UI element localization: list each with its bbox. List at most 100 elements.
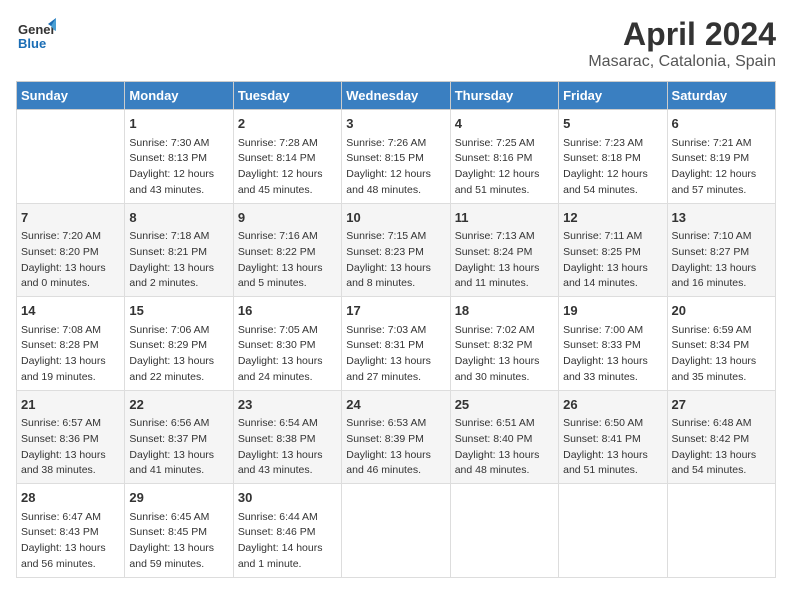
weekday-header-sunday: Sunday [17, 82, 125, 110]
day-info: Sunrise: 7:25 AM Sunset: 8:16 PM Dayligh… [455, 136, 554, 199]
day-number: 21 [21, 395, 120, 415]
day-number: 4 [455, 114, 554, 134]
day-info: Sunrise: 7:18 AM Sunset: 8:21 PM Dayligh… [129, 229, 228, 292]
day-number: 16 [238, 301, 337, 321]
calendar-header: SundayMondayTuesdayWednesdayThursdayFrid… [17, 82, 776, 110]
day-number: 30 [238, 488, 337, 508]
day-info: Sunrise: 7:06 AM Sunset: 8:29 PM Dayligh… [129, 323, 228, 386]
day-number: 2 [238, 114, 337, 134]
logo-icon: General Blue [16, 16, 56, 56]
day-info: Sunrise: 6:44 AM Sunset: 8:46 PM Dayligh… [238, 510, 337, 573]
weekday-header-wednesday: Wednesday [342, 82, 450, 110]
day-info: Sunrise: 7:00 AM Sunset: 8:33 PM Dayligh… [563, 323, 662, 386]
calendar-cell: 14Sunrise: 7:08 AM Sunset: 8:28 PM Dayli… [17, 297, 125, 391]
day-number: 12 [563, 208, 662, 228]
day-number: 1 [129, 114, 228, 134]
logo: General Blue [16, 16, 56, 56]
day-info: Sunrise: 7:02 AM Sunset: 8:32 PM Dayligh… [455, 323, 554, 386]
day-info: Sunrise: 7:26 AM Sunset: 8:15 PM Dayligh… [346, 136, 445, 199]
day-info: Sunrise: 6:48 AM Sunset: 8:42 PM Dayligh… [672, 416, 771, 479]
day-number: 25 [455, 395, 554, 415]
svg-text:Blue: Blue [18, 36, 46, 51]
day-number: 8 [129, 208, 228, 228]
day-info: Sunrise: 7:23 AM Sunset: 8:18 PM Dayligh… [563, 136, 662, 199]
calendar-cell: 2Sunrise: 7:28 AM Sunset: 8:14 PM Daylig… [233, 110, 341, 204]
calendar-cell: 19Sunrise: 7:00 AM Sunset: 8:33 PM Dayli… [559, 297, 667, 391]
page-header: General Blue April 2024 Masarac, Catalon… [16, 16, 776, 71]
day-number: 14 [21, 301, 120, 321]
calendar-cell: 18Sunrise: 7:02 AM Sunset: 8:32 PM Dayli… [450, 297, 558, 391]
day-info: Sunrise: 7:28 AM Sunset: 8:14 PM Dayligh… [238, 136, 337, 199]
day-number: 15 [129, 301, 228, 321]
weekday-header-thursday: Thursday [450, 82, 558, 110]
calendar-cell: 5Sunrise: 7:23 AM Sunset: 8:18 PM Daylig… [559, 110, 667, 204]
calendar-table: SundayMondayTuesdayWednesdayThursdayFrid… [16, 81, 776, 578]
day-info: Sunrise: 7:20 AM Sunset: 8:20 PM Dayligh… [21, 229, 120, 292]
day-number: 20 [672, 301, 771, 321]
day-number: 19 [563, 301, 662, 321]
location-title: Masarac, Catalonia, Spain [588, 53, 776, 71]
day-info: Sunrise: 7:08 AM Sunset: 8:28 PM Dayligh… [21, 323, 120, 386]
day-number: 6 [672, 114, 771, 134]
calendar-cell [450, 484, 558, 578]
calendar-cell: 1Sunrise: 7:30 AM Sunset: 8:13 PM Daylig… [125, 110, 233, 204]
day-info: Sunrise: 7:05 AM Sunset: 8:30 PM Dayligh… [238, 323, 337, 386]
week-row-2: 7Sunrise: 7:20 AM Sunset: 8:20 PM Daylig… [17, 203, 776, 297]
day-number: 3 [346, 114, 445, 134]
day-number: 13 [672, 208, 771, 228]
week-row-5: 28Sunrise: 6:47 AM Sunset: 8:43 PM Dayli… [17, 484, 776, 578]
day-number: 26 [563, 395, 662, 415]
day-number: 18 [455, 301, 554, 321]
day-info: Sunrise: 6:57 AM Sunset: 8:36 PM Dayligh… [21, 416, 120, 479]
day-number: 7 [21, 208, 120, 228]
calendar-cell: 22Sunrise: 6:56 AM Sunset: 8:37 PM Dayli… [125, 390, 233, 484]
day-info: Sunrise: 6:59 AM Sunset: 8:34 PM Dayligh… [672, 323, 771, 386]
day-info: Sunrise: 6:50 AM Sunset: 8:41 PM Dayligh… [563, 416, 662, 479]
day-number: 22 [129, 395, 228, 415]
day-number: 17 [346, 301, 445, 321]
day-info: Sunrise: 7:21 AM Sunset: 8:19 PM Dayligh… [672, 136, 771, 199]
calendar-cell: 26Sunrise: 6:50 AM Sunset: 8:41 PM Dayli… [559, 390, 667, 484]
weekday-header-monday: Monday [125, 82, 233, 110]
day-number: 29 [129, 488, 228, 508]
weekday-header-row: SundayMondayTuesdayWednesdayThursdayFrid… [17, 82, 776, 110]
calendar-cell: 27Sunrise: 6:48 AM Sunset: 8:42 PM Dayli… [667, 390, 775, 484]
calendar-cell: 23Sunrise: 6:54 AM Sunset: 8:38 PM Dayli… [233, 390, 341, 484]
day-info: Sunrise: 7:11 AM Sunset: 8:25 PM Dayligh… [563, 229, 662, 292]
calendar-cell: 17Sunrise: 7:03 AM Sunset: 8:31 PM Dayli… [342, 297, 450, 391]
day-info: Sunrise: 6:53 AM Sunset: 8:39 PM Dayligh… [346, 416, 445, 479]
day-info: Sunrise: 6:47 AM Sunset: 8:43 PM Dayligh… [21, 510, 120, 573]
calendar-cell: 4Sunrise: 7:25 AM Sunset: 8:16 PM Daylig… [450, 110, 558, 204]
month-title: April 2024 [588, 16, 776, 53]
day-info: Sunrise: 7:15 AM Sunset: 8:23 PM Dayligh… [346, 229, 445, 292]
calendar-body: 1Sunrise: 7:30 AM Sunset: 8:13 PM Daylig… [17, 110, 776, 578]
day-info: Sunrise: 7:03 AM Sunset: 8:31 PM Dayligh… [346, 323, 445, 386]
weekday-header-tuesday: Tuesday [233, 82, 341, 110]
day-number: 9 [238, 208, 337, 228]
week-row-1: 1Sunrise: 7:30 AM Sunset: 8:13 PM Daylig… [17, 110, 776, 204]
calendar-cell: 30Sunrise: 6:44 AM Sunset: 8:46 PM Dayli… [233, 484, 341, 578]
weekday-header-friday: Friday [559, 82, 667, 110]
title-block: April 2024 Masarac, Catalonia, Spain [588, 16, 776, 71]
day-info: Sunrise: 6:54 AM Sunset: 8:38 PM Dayligh… [238, 416, 337, 479]
calendar-cell: 16Sunrise: 7:05 AM Sunset: 8:30 PM Dayli… [233, 297, 341, 391]
calendar-cell: 10Sunrise: 7:15 AM Sunset: 8:23 PM Dayli… [342, 203, 450, 297]
calendar-cell [17, 110, 125, 204]
day-number: 10 [346, 208, 445, 228]
calendar-cell: 11Sunrise: 7:13 AM Sunset: 8:24 PM Dayli… [450, 203, 558, 297]
day-info: Sunrise: 6:56 AM Sunset: 8:37 PM Dayligh… [129, 416, 228, 479]
calendar-cell: 20Sunrise: 6:59 AM Sunset: 8:34 PM Dayli… [667, 297, 775, 391]
calendar-cell: 13Sunrise: 7:10 AM Sunset: 8:27 PM Dayli… [667, 203, 775, 297]
calendar-cell [559, 484, 667, 578]
week-row-4: 21Sunrise: 6:57 AM Sunset: 8:36 PM Dayli… [17, 390, 776, 484]
calendar-cell: 6Sunrise: 7:21 AM Sunset: 8:19 PM Daylig… [667, 110, 775, 204]
calendar-cell [342, 484, 450, 578]
calendar-cell: 15Sunrise: 7:06 AM Sunset: 8:29 PM Dayli… [125, 297, 233, 391]
calendar-cell: 3Sunrise: 7:26 AM Sunset: 8:15 PM Daylig… [342, 110, 450, 204]
day-info: Sunrise: 7:30 AM Sunset: 8:13 PM Dayligh… [129, 136, 228, 199]
day-number: 27 [672, 395, 771, 415]
week-row-3: 14Sunrise: 7:08 AM Sunset: 8:28 PM Dayli… [17, 297, 776, 391]
calendar-cell: 25Sunrise: 6:51 AM Sunset: 8:40 PM Dayli… [450, 390, 558, 484]
calendar-cell: 28Sunrise: 6:47 AM Sunset: 8:43 PM Dayli… [17, 484, 125, 578]
day-number: 11 [455, 208, 554, 228]
